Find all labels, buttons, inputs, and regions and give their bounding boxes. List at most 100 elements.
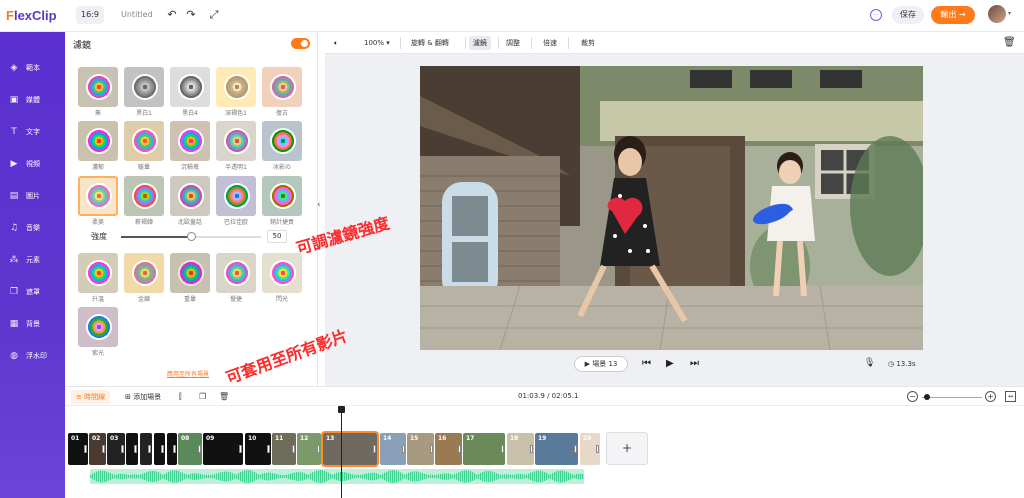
timeline-clip[interactable]: 16 [435, 433, 462, 465]
video-preview[interactable] [420, 66, 923, 350]
filter-option[interactable]: 銷計捷貢 [262, 176, 302, 226]
sidebar-item-overlays[interactable]: ❐ 遮罩 [8, 284, 62, 300]
intensity-value-field[interactable]: 50 [267, 230, 287, 243]
filter-option[interactable]: 沉積苺 [170, 121, 210, 171]
sidebar-item-video[interactable]: ▶ 視頻 [8, 156, 62, 172]
timeline-clip[interactable] [167, 433, 177, 465]
filter-option[interactable]: 巴拉佳欧 [216, 176, 256, 226]
timeline-clip[interactable]: 19 [535, 433, 578, 465]
fullscreen-icon[interactable]: ⤢ [207, 8, 221, 22]
clip-trim-handle[interactable] [173, 445, 176, 453]
add-scene-button[interactable]: ⊞ 添加場景 [125, 391, 161, 403]
sidebar-item-music[interactable]: ♫ 音樂 [8, 220, 62, 236]
clip-trim-handle[interactable] [574, 445, 577, 453]
clip-trim-handle[interactable] [430, 445, 433, 453]
scene-indicator[interactable]: ▶ 場景 13 [574, 356, 628, 372]
tab-timeline[interactable]: ≡ 時間線 [71, 390, 111, 404]
filter-toggle[interactable] [291, 38, 310, 49]
filter-option[interactable]: 薪褐韓 [124, 176, 164, 226]
clip-trim-handle[interactable] [267, 445, 270, 453]
filter-option[interactable]: 暖暈 [124, 121, 164, 171]
timeline-clip[interactable]: 11 [272, 433, 296, 465]
project-title[interactable]: Untitled [121, 10, 153, 19]
sidebar-item-background[interactable]: ▦ 背景 [8, 316, 62, 332]
microphone-icon[interactable]: 🎙︎ [864, 358, 875, 368]
play-icon[interactable]: ▶ [666, 358, 674, 370]
timeline-clip[interactable]: 12 [297, 433, 321, 465]
filter-option[interactable]: 金鍊 [124, 253, 164, 303]
timeline-clip[interactable]: 08 [178, 433, 202, 465]
timeline-clip[interactable]: 01 [68, 433, 88, 465]
filter-option[interactable]: 北歐童話 [170, 176, 210, 226]
duplicate-icon[interactable]: ❐ [199, 391, 206, 403]
chevron-down-icon[interactable]: ▾ [1008, 10, 1011, 17]
timeline-clip[interactable]: 09 [203, 433, 243, 465]
filter-option[interactable]: 柔美 [78, 176, 118, 226]
save-button[interactable]: 保存 [892, 6, 924, 24]
split-icon[interactable]: ⫿ [179, 391, 182, 403]
filter-option[interactable]: 閃光 [262, 253, 302, 303]
chevron-left-icon[interactable]: ‹ [317, 200, 325, 216]
tab-adjust[interactable]: 調整 [502, 36, 524, 50]
clip-trim-handle[interactable] [121, 445, 124, 453]
filter-option[interactable]: 黑白1 [124, 67, 164, 117]
clip-trim-handle[interactable] [373, 445, 376, 453]
zoom-slider[interactable] [922, 397, 982, 398]
clip-trim-handle[interactable] [458, 445, 461, 453]
avatar[interactable] [988, 5, 1006, 23]
tab-crop[interactable]: 裁剪 [577, 36, 599, 50]
trash-icon[interactable]: 🗑︎ [999, 36, 1020, 50]
fit-timeline-icon[interactable]: ↔ [1005, 391, 1016, 402]
filter-option[interactable]: 冰影の [262, 121, 302, 171]
clip-trim-handle[interactable] [501, 445, 504, 453]
volume-icon[interactable]: 🔈︎ [330, 36, 342, 50]
apply-to-all-scenes-link[interactable]: 應用至所有場景 [167, 369, 209, 378]
add-clip-button[interactable]: + [606, 432, 648, 465]
clip-trim-handle[interactable] [161, 445, 164, 453]
filter-option[interactable]: 慢捷 [216, 253, 256, 303]
filter-option[interactable]: 濃郁 [78, 121, 118, 171]
clip-trim-handle[interactable] [102, 445, 105, 453]
tab-speed[interactable]: 倍速 [539, 36, 561, 50]
timeline-clip[interactable]: 20 [580, 433, 600, 465]
filter-option[interactable]: 無 [78, 67, 118, 117]
timeline-clip[interactable]: 18 [507, 433, 534, 465]
intensity-slider-handle[interactable] [187, 232, 196, 241]
filter-option[interactable]: 復古 [262, 67, 302, 117]
filter-option[interactable]: 深褐色1 [216, 67, 256, 117]
timeline-clip[interactable]: 14 [380, 433, 406, 465]
timeline-clip[interactable] [154, 433, 165, 465]
zoom-in-icon[interactable]: + [985, 391, 996, 402]
audio-track[interactable] [90, 469, 584, 484]
clip-trim-handle[interactable] [317, 445, 320, 453]
tab-rotate-flip[interactable]: 旋轉 & 翻轉 [407, 36, 453, 50]
timeline-clip[interactable]: 15 [407, 433, 434, 465]
timeline-clip[interactable]: 02 [89, 433, 106, 465]
chat-icon[interactable]: … [870, 9, 882, 21]
zoom-out-icon[interactable]: − [907, 391, 918, 402]
timeline-clip[interactable]: 17 [463, 433, 505, 465]
clip-trim-handle[interactable] [148, 445, 151, 453]
clip-trim-handle[interactable] [530, 445, 533, 453]
undo-icon[interactable]: ↶ [165, 8, 179, 22]
sidebar-item-text[interactable]: T 文字 [8, 124, 62, 140]
sidebar-item-media[interactable]: ▣ 媒體 [8, 92, 62, 108]
sidebar-item-images[interactable]: ▤ 圖片 [8, 188, 62, 204]
clip-trim-handle[interactable] [239, 445, 242, 453]
logo[interactable]: FlexClip [6, 8, 57, 23]
filter-option[interactable]: 紫光 [78, 307, 118, 357]
timeline-clip[interactable] [126, 433, 138, 465]
skip-back-icon[interactable]: ⏮ [642, 358, 651, 370]
clip-trim-handle[interactable] [84, 445, 87, 453]
export-button[interactable]: 輸出 → [931, 6, 975, 24]
filter-option[interactable]: 重暈 [170, 253, 210, 303]
filter-option[interactable]: 半透明1 [216, 121, 256, 171]
sidebar-item-watermark[interactable]: ◍ 浮水印 [8, 348, 62, 364]
trash-icon[interactable]: 🗑︎ [219, 391, 229, 403]
aspect-ratio-button[interactable]: 16:9 [76, 6, 104, 24]
clip-trim-handle[interactable] [292, 445, 295, 453]
skip-forward-icon[interactable]: ⏭ [690, 358, 699, 370]
timeline-clip[interactable] [140, 433, 152, 465]
playhead[interactable] [341, 408, 342, 498]
clip-trim-handle[interactable] [134, 445, 137, 453]
